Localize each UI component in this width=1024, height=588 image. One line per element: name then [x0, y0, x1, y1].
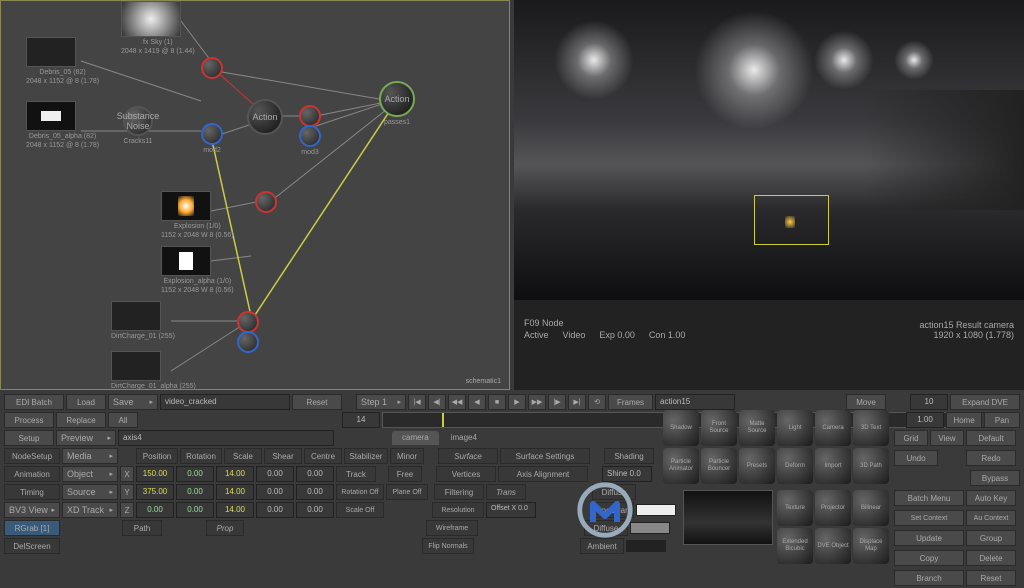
- sphere-bilinear[interactable]: Bilinear: [853, 490, 889, 526]
- play-prev-kf[interactable]: ◀|: [428, 394, 446, 410]
- sphere-import[interactable]: Import: [815, 448, 851, 484]
- sphere-displace-map[interactable]: Displace Map: [853, 528, 889, 564]
- process-button[interactable]: Process: [4, 412, 54, 428]
- pan-button[interactable]: Pan: [984, 412, 1020, 428]
- sphere-presets[interactable]: Presets: [739, 448, 775, 484]
- play-next-kf[interactable]: |▶: [548, 394, 566, 410]
- project-field[interactable]: action15: [655, 394, 735, 410]
- result-thumbnail: [683, 490, 773, 545]
- play-next[interactable]: ▶▶: [528, 394, 546, 410]
- play-prev[interactable]: ◀◀: [448, 394, 466, 410]
- node-schematic-editor[interactable]: fx Sky (1) 2048 x 1419 @ 8 (1.44) Debris…: [0, 0, 510, 390]
- reset-button[interactable]: Reset: [292, 394, 342, 410]
- sphere-shadow[interactable]: Shadow: [663, 410, 699, 446]
- home-button[interactable]: Home: [946, 412, 982, 428]
- sphere-front-source[interactable]: Front Source: [701, 410, 737, 446]
- play-back[interactable]: ◀: [468, 394, 486, 410]
- tab-image4[interactable]: image4: [441, 431, 487, 445]
- play-last[interactable]: ▶|: [568, 394, 586, 410]
- sphere-texture[interactable]: Texture: [777, 490, 813, 526]
- load-button[interactable]: Load: [66, 394, 106, 410]
- sphere-matte-source[interactable]: Matte Source: [739, 410, 775, 446]
- replace-button[interactable]: Replace: [56, 412, 106, 428]
- frames-label: Frames: [608, 394, 653, 410]
- sphere-particle-animator[interactable]: Particle Animator: [663, 448, 699, 484]
- edit-batch-button[interactable]: EDI Batch: [4, 394, 64, 410]
- sphere-particle-bouncer[interactable]: Particle Bouncer: [701, 448, 737, 484]
- diffuse-swatch[interactable]: [630, 522, 670, 534]
- expand-dve-button[interactable]: Expand DVE: [950, 394, 1020, 410]
- play-loop[interactable]: ⟲: [588, 394, 606, 410]
- sphere-deform[interactable]: Deform: [777, 448, 813, 484]
- timeline-start[interactable]: 14: [342, 412, 380, 428]
- all-button[interactable]: All: [108, 412, 138, 428]
- sphere-light[interactable]: Light: [777, 410, 813, 446]
- setup-button[interactable]: Setup: [4, 430, 54, 446]
- axis-field[interactable]: axis4: [118, 430, 334, 446]
- step-dropdown[interactable]: Step 1: [356, 394, 406, 410]
- preview-dropdown[interactable]: Preview: [56, 430, 116, 446]
- node-fxsky-label: fx Sky (1): [121, 39, 195, 46]
- preview-viewport[interactable]: F09 Node Active Video Exp 0.00 Con 1.00 …: [514, 0, 1024, 390]
- rgrab-button[interactable]: RGrab [1]: [4, 520, 60, 536]
- frame-spinner[interactable]: 10: [910, 394, 948, 410]
- play-first[interactable]: |◀: [408, 394, 426, 410]
- control-panel: EDI Batch Load Save video_cracked Reset …: [0, 390, 1024, 576]
- play-fwd[interactable]: ▶: [508, 394, 526, 410]
- filename-field[interactable]: video_cracked: [160, 394, 290, 410]
- sphere-3d-text[interactable]: 3D Text: [853, 410, 889, 446]
- sphere-ext-bicubic[interactable]: Extended Bicubic: [777, 528, 813, 564]
- tab-camera[interactable]: camera: [392, 431, 439, 445]
- specular-swatch[interactable]: [636, 504, 676, 516]
- move-button[interactable]: Move: [846, 394, 886, 410]
- ambient-swatch[interactable]: [626, 540, 666, 552]
- sphere-3d-path[interactable]: 3D Path: [853, 448, 889, 484]
- sphere-camera[interactable]: Camera: [815, 410, 851, 446]
- save-dropdown[interactable]: Save: [108, 394, 158, 410]
- sphere-projector[interactable]: Projector: [815, 490, 851, 526]
- play-stop[interactable]: ■: [488, 394, 506, 410]
- sphere-dve-object[interactable]: DVE Object: [815, 528, 851, 564]
